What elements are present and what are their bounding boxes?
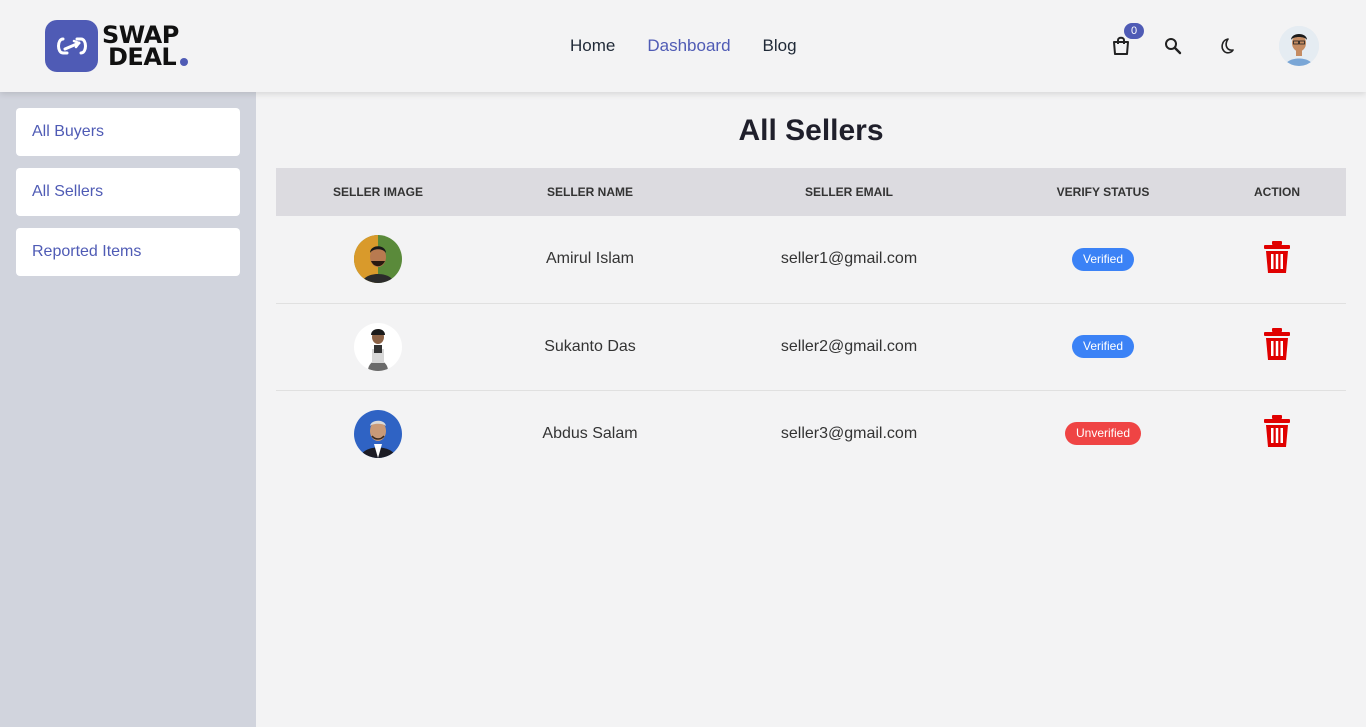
main-nav: Home Dashboard Blog (570, 36, 797, 56)
user-avatar[interactable] (1279, 26, 1319, 66)
status-badge: Unverified (1064, 422, 1142, 446)
page-title: All Sellers (738, 114, 884, 147)
nav-dashboard[interactable]: Dashboard (647, 36, 730, 56)
sellers-table: SELLER IMAGE SELLER NAME SELLER EMAIL VE… (276, 168, 1346, 477)
search-icon[interactable] (1160, 33, 1186, 59)
swap-icon (45, 20, 98, 72)
brand-dot (180, 58, 189, 66)
header-actions: 0 (1108, 0, 1238, 92)
header-action: ACTION (1254, 185, 1300, 199)
brand-wordmark: SWAP DEAL (102, 23, 189, 71)
seller-email: seller2@gmail.com (780, 337, 918, 355)
cart-count-badge: 0 (1124, 23, 1144, 39)
nav-home[interactable]: Home (570, 36, 615, 56)
moon-icon[interactable] (1212, 33, 1238, 59)
nav-blog[interactable]: Blog (763, 36, 797, 56)
table-header-row: SELLER IMAGE SELLER NAME SELLER EMAIL VE… (276, 168, 1346, 216)
status-badge: Verified (1071, 335, 1135, 358)
cart-icon[interactable]: 0 (1108, 23, 1144, 59)
header-seller-name: SELLER NAME (546, 185, 633, 199)
seller-name: Abdus Salam (542, 424, 638, 442)
dashboard-sidebar: All Buyers All Sellers Reported Items (0, 92, 256, 727)
seller-avatar (354, 322, 402, 371)
delete-trash-icon[interactable] (1264, 240, 1290, 278)
status-badge: Verified (1071, 247, 1135, 271)
brand-line2: DEAL (108, 43, 177, 71)
seller-name: Amirul Islam (545, 250, 634, 268)
main-content: All Sellers SELLER IMAGE SELLER NAME SEL… (256, 92, 1366, 727)
seller-name: Sukanto Das (544, 337, 636, 355)
header-verify-status: VERIFY STATUS (1056, 185, 1150, 199)
sidebar-item-all-sellers[interactable]: All Sellers (16, 168, 240, 216)
table-row: Sukanto Das seller2@gmail.com Verified (276, 303, 1346, 390)
delete-trash-icon[interactable] (1264, 415, 1290, 452)
seller-email: seller3@gmail.com (780, 424, 918, 442)
seller-email: seller1@gmail.com (780, 250, 918, 268)
seller-avatar (354, 409, 402, 458)
header-seller-image: SELLER IMAGE (332, 185, 423, 199)
brand-logo[interactable]: SWAP DEAL (45, 20, 189, 72)
sidebar-item-all-buyers[interactable]: All Buyers (16, 108, 240, 156)
delete-trash-icon[interactable] (1264, 328, 1290, 365)
table-row: Abdus Salam seller3@gmail.com Unverified (276, 390, 1346, 477)
top-navbar: SWAP DEAL Home Dashboard Blog 0 (0, 0, 1366, 92)
sidebar-item-reported-items[interactable]: Reported Items (16, 228, 240, 276)
seller-avatar (354, 235, 402, 284)
table-row: Amirul Islam seller1@gmail.com Verified (276, 216, 1346, 303)
header-seller-email: SELLER EMAIL (804, 185, 893, 199)
